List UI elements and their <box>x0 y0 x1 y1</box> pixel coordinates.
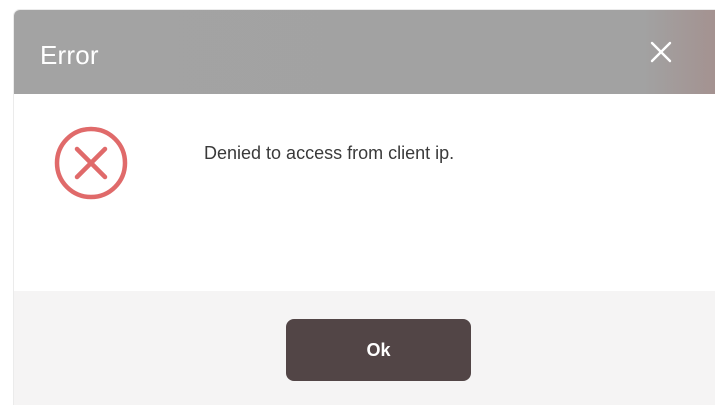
dialog-title: Error <box>40 40 99 70</box>
ok-button[interactable]: Ok <box>286 319 471 381</box>
close-icon <box>650 41 672 63</box>
dialog-body: Denied to access from client ip. <box>14 94 715 291</box>
error-dialog: Error Denied to access from client ip. O… <box>14 10 715 405</box>
screen: Error Denied to access from client ip. O… <box>0 0 715 405</box>
close-button[interactable] <box>641 32 681 72</box>
dialog-titlebar: Error <box>14 10 715 94</box>
background-window-edge <box>0 0 14 405</box>
error-circle-x-icon <box>54 126 128 200</box>
dialog-footer: Ok <box>14 291 715 405</box>
error-message: Denied to access from client ip. <box>204 143 455 163</box>
